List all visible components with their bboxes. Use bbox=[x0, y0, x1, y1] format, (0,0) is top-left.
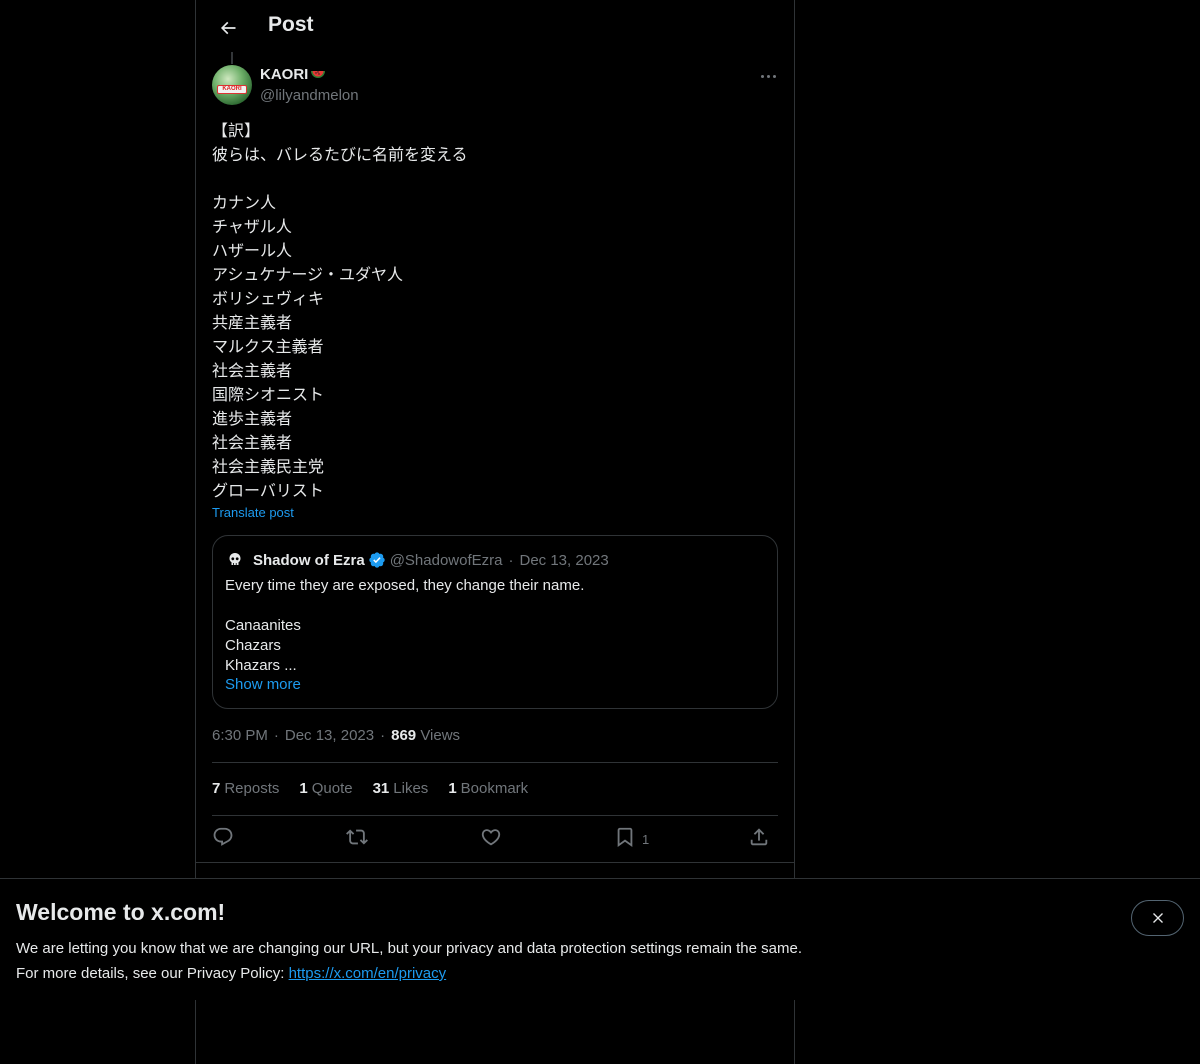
close-banner-button[interactable] bbox=[1131, 900, 1184, 936]
bookmark-action-count: 1 bbox=[642, 831, 650, 847]
bookmark-icon bbox=[617, 827, 633, 848]
divider bbox=[212, 815, 778, 816]
author-handle[interactable]: @lilyandmelon bbox=[260, 86, 359, 106]
meta-separator: · bbox=[380, 727, 386, 744]
quote-count: 1 bbox=[299, 780, 308, 797]
action-bar: 1 bbox=[212, 822, 778, 856]
bookmarks-stat[interactable]: 1 Bookmark bbox=[448, 779, 528, 799]
bookmark-button[interactable]: 1 bbox=[614, 826, 649, 848]
back-arrow-icon bbox=[220, 21, 236, 35]
like-icon bbox=[481, 829, 501, 846]
likes-label: Likes bbox=[393, 780, 429, 797]
bookmark-label: Bookmark bbox=[460, 780, 529, 797]
quote-label: Quote bbox=[311, 780, 353, 797]
page-title: Post bbox=[268, 13, 314, 36]
translate-post-link[interactable]: Translate post bbox=[212, 505, 294, 520]
show-more-link[interactable]: Show more bbox=[225, 676, 301, 693]
post-text: 【訳】 彼らは、バレるたびに名前を変える カナン人 チャザル人 ハザール人 アシ… bbox=[212, 123, 468, 500]
likes-count: 31 bbox=[372, 780, 390, 797]
divider bbox=[196, 862, 794, 863]
quoted-handle: @ShadowofEzra bbox=[389, 551, 503, 569]
reply-button[interactable] bbox=[212, 826, 234, 848]
author-name-text: KAORI bbox=[260, 66, 309, 83]
banner-line-2-text: For more details, see our Privacy Policy… bbox=[16, 965, 289, 982]
quoted-avatar bbox=[225, 550, 245, 570]
more-icon-dot bbox=[772, 74, 776, 78]
banner-text: We are letting you know that we are chan… bbox=[16, 936, 802, 986]
back-button[interactable] bbox=[212, 12, 244, 44]
reposts-count: 7 bbox=[212, 780, 221, 797]
avatar[interactable]: KAORI bbox=[212, 65, 252, 105]
verified-icon bbox=[369, 552, 385, 568]
reposts-stat[interactable]: 7 Reposts bbox=[212, 779, 279, 799]
quoted-date: Dec 13, 2023 bbox=[519, 551, 609, 569]
quoted-display-name: Shadow of Ezra bbox=[253, 551, 365, 569]
quoted-post[interactable]: Shadow of Ezra @ShadowofEzra · Dec 13, 2… bbox=[212, 535, 778, 709]
share-icon bbox=[750, 828, 768, 846]
views-count: 869 bbox=[391, 727, 417, 744]
engagement-stats: 7 Reposts 1 Quote 31 Likes 1 Bookmark bbox=[212, 779, 528, 799]
reply-icon bbox=[213, 827, 233, 846]
welcome-banner: Welcome to x.com! We are letting you kno… bbox=[0, 878, 1200, 1000]
privacy-policy-link[interactable]: https://x.com/en/privacy bbox=[289, 965, 447, 982]
skull-icon bbox=[229, 553, 241, 565]
share-button[interactable] bbox=[748, 826, 770, 848]
reposts-label: Reposts bbox=[224, 780, 280, 797]
author-display-name[interactable]: KAORI bbox=[260, 66, 359, 84]
post-date[interactable]: Dec 13, 2023 bbox=[285, 727, 374, 744]
post-time[interactable]: 6:30 PM bbox=[212, 727, 268, 744]
likes-stat[interactable]: 31 Likes bbox=[373, 779, 429, 799]
more-options-button[interactable] bbox=[752, 64, 784, 88]
meta-separator: · bbox=[273, 727, 279, 744]
avatar-badge: KAORI bbox=[217, 85, 247, 94]
banner-title: Welcome to x.com! bbox=[16, 899, 226, 925]
thread-line bbox=[231, 52, 233, 64]
repost-button[interactable] bbox=[346, 826, 368, 848]
banner-line-2: For more details, see our Privacy Policy… bbox=[16, 961, 802, 986]
views-label: Views bbox=[420, 727, 461, 744]
more-icon-dot bbox=[766, 74, 770, 78]
melon-icon bbox=[311, 71, 326, 78]
quoted-separator: · bbox=[508, 551, 514, 569]
top-bar: Post bbox=[196, 0, 794, 53]
banner-line-1: We are letting you know that we are chan… bbox=[16, 940, 802, 957]
bookmark-count: 1 bbox=[448, 780, 457, 797]
like-button[interactable] bbox=[480, 826, 502, 848]
post-metadata: 6:30 PM · Dec 13, 2023 · 869 Views bbox=[212, 726, 460, 746]
quoted-text: Every time they are exposed, they change… bbox=[225, 577, 585, 674]
divider bbox=[212, 762, 778, 763]
close-icon bbox=[1152, 913, 1163, 923]
quotes-stat[interactable]: 1 Quote bbox=[299, 779, 352, 799]
quoted-post-header: Shadow of Ezra @ShadowofEzra · Dec 13, 2… bbox=[225, 549, 609, 571]
author-info: KAORI @lilyandmelon bbox=[260, 66, 359, 106]
more-icon bbox=[760, 74, 764, 78]
repost-icon bbox=[346, 829, 368, 845]
